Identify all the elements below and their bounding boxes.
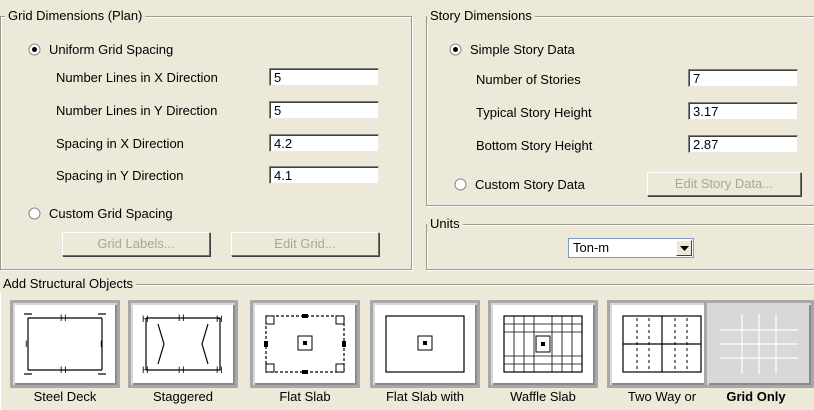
staggered-truss-icon: H H H H H H — [142, 313, 223, 375]
x-spacing-input[interactable]: 4.2 — [269, 134, 379, 152]
svg-text:H: H — [216, 365, 223, 375]
grid-field-label-y-spacing: Spacing in Y Direction — [56, 168, 184, 183]
custom-grid-spacing-radio[interactable]: Custom Grid Spacing — [28, 206, 173, 221]
radio-selected-icon — [28, 43, 41, 56]
grid-dimensions-title: Grid Dimensions (Plan) — [5, 8, 146, 24]
number-of-stories-input[interactable]: 7 — [688, 69, 798, 87]
story-field-label-bottom: Bottom Story Height — [476, 138, 593, 153]
grid-labels-button[interactable]: Grid Labels... — [62, 232, 210, 256]
flat-slab-label: Flat Slab — [279, 389, 331, 404]
grid-field-label-y-lines: Number Lines in Y Direction — [56, 103, 218, 118]
grid-field-label-x-lines: Number Lines in X Direction — [56, 70, 218, 85]
svg-text:I: I — [100, 339, 103, 349]
waffle-slab-label: Waffle Slab — [510, 389, 576, 404]
svg-text:H: H — [178, 313, 185, 323]
units-select[interactable]: Ton-m — [568, 238, 694, 258]
steel-deck-icon: H H I I — [24, 313, 106, 375]
svg-text:H: H — [142, 365, 149, 375]
radio-unselected-icon — [454, 178, 467, 191]
edit-grid-button[interactable]: Edit Grid... — [231, 232, 379, 256]
structural-objects-title: Add Structural Objects — [0, 276, 137, 292]
grid-only-template-button[interactable] — [704, 300, 814, 388]
simple-story-data-radio[interactable]: Simple Story Data — [449, 42, 575, 57]
custom-story-data-label: Custom Story Data — [475, 177, 585, 192]
svg-text:H: H — [60, 365, 67, 375]
y-spacing-input[interactable]: 4.1 — [269, 166, 379, 184]
flat-slab-perimeter-icon — [385, 315, 465, 373]
uniform-grid-spacing-label: Uniform Grid Spacing — [49, 42, 174, 57]
x-lines-input[interactable]: 5 — [269, 68, 379, 86]
two-way-slab-icon — [622, 315, 702, 373]
steel-deck-label: Steel Deck — [33, 389, 97, 404]
custom-story-data-radio[interactable]: Custom Story Data — [454, 177, 585, 192]
story-field-label-count: Number of Stories — [476, 72, 581, 87]
story-dimensions-title: Story Dimensions — [427, 8, 535, 24]
simple-story-data-label: Simple Story Data — [470, 42, 575, 57]
uniform-grid-spacing-radio[interactable]: Uniform Grid Spacing — [28, 42, 173, 57]
svg-text:H: H — [142, 314, 149, 324]
grid-only-icon — [720, 314, 798, 374]
flat-slab-template-button[interactable] — [250, 300, 360, 388]
flat-slab-icon — [264, 314, 346, 374]
svg-text:H: H — [216, 314, 223, 324]
two-way-template-button[interactable] — [607, 300, 717, 388]
radio-selected-icon — [449, 43, 462, 56]
y-lines-input[interactable]: 5 — [269, 101, 379, 119]
grid-only-label: Grid Only — [726, 389, 786, 404]
units-title: Units — [427, 216, 463, 232]
flat-slab-with-label: Flat Slab with — [385, 389, 465, 404]
steel-deck-template-button[interactable]: H H I I — [10, 300, 120, 388]
units-select-value: Ton-m — [573, 240, 610, 255]
svg-text:I: I — [25, 339, 28, 349]
chevron-down-icon[interactable] — [676, 240, 692, 256]
waffle-slab-template-button[interactable] — [488, 300, 598, 388]
staggered-label: Staggered — [153, 389, 213, 404]
flat-slab-with-template-button[interactable] — [370, 300, 480, 388]
radio-unselected-icon — [28, 207, 41, 220]
typical-story-height-input[interactable]: 3.17 — [688, 102, 798, 120]
custom-grid-spacing-label: Custom Grid Spacing — [49, 206, 173, 221]
waffle-slab-icon — [503, 315, 583, 373]
edit-story-data-button[interactable]: Edit Story Data... — [647, 172, 801, 196]
story-field-label-typical: Typical Story Height — [476, 105, 592, 120]
svg-text:H: H — [60, 313, 67, 323]
staggered-template-button[interactable]: H H H H H H — [128, 300, 238, 388]
svg-text:H: H — [178, 365, 185, 375]
bottom-story-height-input[interactable]: 2.87 — [688, 135, 798, 153]
grid-field-label-x-spacing: Spacing in X Direction — [56, 136, 184, 151]
